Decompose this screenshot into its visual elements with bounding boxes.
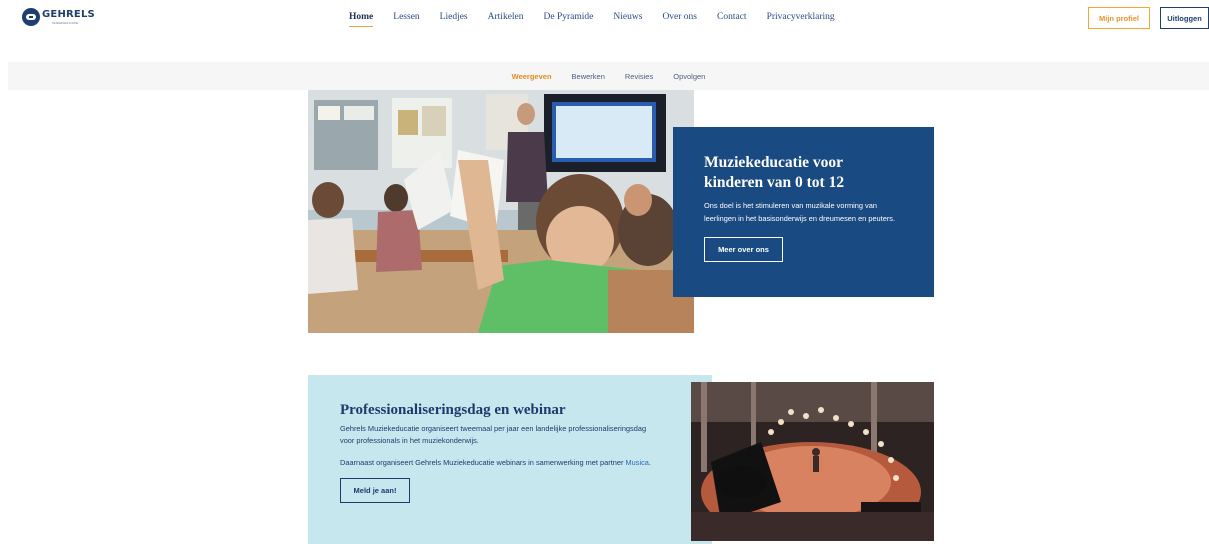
- site-logo[interactable]: GEHRELS MUZIEKEDUCATIE: [18, 5, 95, 33]
- tab-weergeven[interactable]: Weergeven: [512, 72, 552, 81]
- logout-button[interactable]: Uitloggen: [1160, 7, 1209, 29]
- promo-text-2-prefix: Daarnaast organiseert Gehrels Muziekeduc…: [340, 458, 626, 467]
- nav-nieuws[interactable]: Nieuws: [613, 12, 642, 22]
- nav-privacyverklaring[interactable]: Privacyverklaring: [767, 12, 835, 22]
- nav-de-pyramide[interactable]: De Pyramide: [544, 12, 594, 22]
- tab-bewerken[interactable]: Bewerken: [572, 72, 605, 81]
- concert-photo: [691, 382, 934, 541]
- professionalization-section: Professionaliseringsdag en webinar Gehre…: [308, 375, 712, 544]
- site-header: GEHRELS MUZIEKEDUCATIE Home Lessen Liedj…: [0, 0, 1209, 38]
- nav-over-ons[interactable]: Over ons: [662, 12, 697, 22]
- promo-text-2-suffix: .: [648, 458, 651, 467]
- local-tasks-tabs: Weergeven Bewerken Revisies Opvolgen: [8, 62, 1209, 90]
- hero-text: Ons doel is het stimuleren van muzikale …: [704, 201, 896, 223]
- nav-home[interactable]: Home: [349, 12, 374, 27]
- meld-je-aan-button[interactable]: Meld je aan!: [340, 478, 410, 503]
- tab-revisies[interactable]: Revisies: [625, 72, 653, 81]
- nav-lessen[interactable]: Lessen: [393, 12, 419, 22]
- logo-subtitle: MUZIEKEDUCATIE: [52, 20, 79, 25]
- nav-contact[interactable]: Contact: [717, 12, 747, 22]
- promo-title: Professionaliseringsdag en webinar: [340, 402, 566, 418]
- hero-title: Muziekeducatie voor kinderen van 0 tot 1…: [704, 154, 845, 191]
- meer-over-ons-button[interactable]: Meer over ons: [704, 237, 783, 262]
- promo-text-2: Daarnaast organiseert Gehrels Muziekeduc…: [340, 457, 660, 469]
- concert-hall-image: [691, 382, 934, 541]
- hero-card: Muziekeducatie voor kinderen van 0 tot 1…: [673, 127, 934, 297]
- musica-link[interactable]: Musica: [626, 458, 649, 467]
- tab-opvolgen[interactable]: Opvolgen: [673, 72, 705, 81]
- hero-classroom-image: [308, 90, 694, 333]
- my-profile-button[interactable]: Mijn profiel: [1088, 7, 1150, 29]
- logo-word: GEHRELS: [42, 8, 95, 20]
- nav-liedjes[interactable]: Liedjes: [440, 12, 468, 22]
- classroom-photo: [308, 90, 694, 333]
- gehrels-logo-icon: [22, 8, 40, 26]
- promo-text-1: Gehrels Muziekeducatie organiseert tweem…: [340, 424, 647, 445]
- main-nav: Home Lessen Liedjes Artikelen De Pyramid…: [349, 12, 855, 27]
- nav-artikelen[interactable]: Artikelen: [488, 12, 524, 22]
- logo-text: GEHRELS MUZIEKEDUCATIE: [42, 8, 95, 25]
